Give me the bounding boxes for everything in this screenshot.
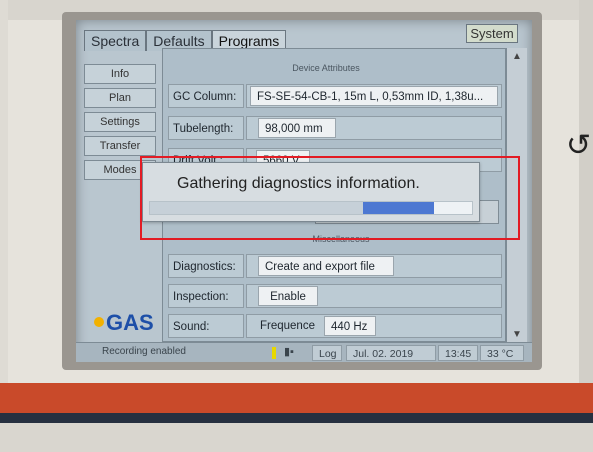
section-head-device-attributes: Device Attributes bbox=[292, 63, 360, 73]
status-date: Jul. 02. 2019 bbox=[346, 345, 436, 361]
side-button-transfer[interactable]: Transfer bbox=[84, 136, 156, 156]
scroll-up-icon[interactable]: ▲ bbox=[507, 50, 527, 64]
side-button-info[interactable]: Info bbox=[84, 64, 156, 84]
logo-dot bbox=[94, 317, 104, 327]
rotate-ccw-icon: ↺ bbox=[566, 129, 592, 162]
status-bar: Recording enabled ▮▪ Log Jul. 02. 2019 1… bbox=[76, 342, 532, 362]
gas-logo: GAS bbox=[106, 310, 154, 335]
gc-column-value[interactable]: FS-SE-54-CB-1, 15m L, 0,53mm ID, 1,38u..… bbox=[250, 86, 498, 106]
device-bottom bbox=[0, 423, 593, 452]
label-sound: Sound: bbox=[168, 314, 244, 338]
label-gc-column: GC Column: bbox=[168, 84, 244, 108]
sound-frequence-label: Frequence bbox=[260, 320, 315, 332]
highlight-box bbox=[140, 156, 520, 240]
inspection-enable-button[interactable]: Enable bbox=[258, 286, 318, 306]
status-time: 13:45 bbox=[438, 345, 478, 361]
log-button[interactable]: Log bbox=[312, 345, 342, 361]
label-diagnostics: Diagnostics: bbox=[168, 254, 244, 278]
side-button-plan[interactable]: Plan bbox=[84, 88, 156, 108]
status-recording: Recording enabled bbox=[102, 346, 186, 357]
device-right-edge bbox=[579, 0, 593, 383]
scroll-down-icon[interactable]: ▼ bbox=[507, 328, 527, 342]
battery-icon: ▮▪ bbox=[284, 346, 294, 358]
tubelength-value[interactable]: 98,000 mm bbox=[258, 118, 336, 138]
label-inspection: Inspection: bbox=[168, 284, 244, 308]
side-button-settings[interactable]: Settings bbox=[84, 112, 156, 132]
status-temperature: 33 °C bbox=[480, 345, 524, 361]
tab-spectra[interactable]: Spectra bbox=[84, 30, 147, 51]
device-red-stripe bbox=[0, 383, 593, 413]
status-indicator-icon bbox=[272, 347, 276, 359]
device-dark-stripe bbox=[0, 413, 593, 423]
create-export-file-button[interactable]: Create and export file bbox=[258, 256, 394, 276]
sound-frequence-value[interactable]: 440 Hz bbox=[324, 316, 376, 336]
system-button[interactable]: System bbox=[466, 24, 518, 43]
label-tubelength: Tubelength: bbox=[168, 116, 244, 140]
